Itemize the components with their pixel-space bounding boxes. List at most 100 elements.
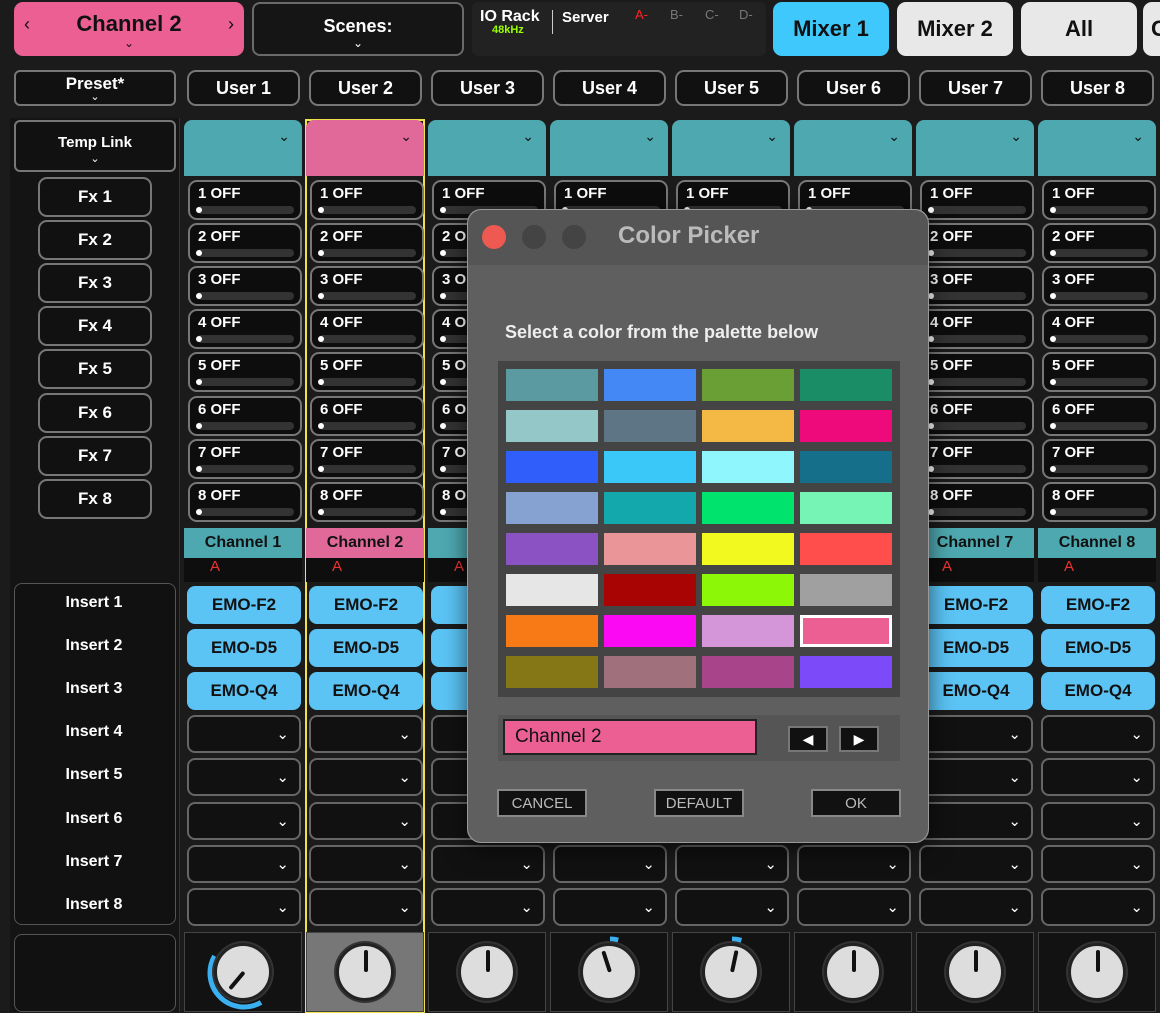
fx-send-track[interactable] xyxy=(1051,378,1148,387)
fx-send-3[interactable]: 3 OFF xyxy=(920,266,1034,307)
insert-slot-7[interactable]: ⌄ xyxy=(187,844,301,883)
fx-send-7[interactable]: 7 OFF xyxy=(310,438,424,479)
fx-button-6[interactable]: Fx 6 xyxy=(38,392,152,433)
insert-slot-5[interactable]: ⌄ xyxy=(1041,758,1155,797)
fx-send-track[interactable] xyxy=(197,421,294,430)
default-button[interactable]: DEFAULT xyxy=(654,789,744,817)
fx-send-4[interactable]: 4 OFF xyxy=(920,309,1034,350)
fx-send-7[interactable]: 7 OFF xyxy=(1042,438,1156,479)
chevron-down-icon[interactable]: ⌄ xyxy=(1010,128,1022,145)
color-swatch-15[interactable] xyxy=(702,492,794,524)
fx-button-1[interactable]: Fx 1 xyxy=(38,177,152,217)
color-swatch-31[interactable] xyxy=(702,656,794,688)
fx-send-4[interactable]: 4 OFF xyxy=(310,309,424,350)
color-swatch-23[interactable] xyxy=(702,574,794,606)
insert-slot-8[interactable]: ⌄ xyxy=(797,887,911,926)
insert-slot-4[interactable]: ⌄ xyxy=(1041,715,1155,754)
insert-slot-6[interactable]: ⌄ xyxy=(1041,801,1155,840)
color-swatch-6[interactable] xyxy=(604,410,696,442)
insert-slot-1[interactable]: EMO-F2 xyxy=(919,586,1033,624)
fx-send-track[interactable] xyxy=(197,292,294,301)
fx-send-track[interactable] xyxy=(197,206,294,214)
insert-slot-5[interactable]: ⌄ xyxy=(309,758,423,797)
color-swatch-12[interactable] xyxy=(800,451,892,483)
ok-button[interactable]: OK xyxy=(811,789,901,817)
channel-select[interactable]: ‹ Channel 2 ⌄ › xyxy=(14,2,244,56)
fx-send-2[interactable]: 2 OFF xyxy=(310,223,424,264)
insert-slot-4[interactable]: ⌄ xyxy=(187,715,301,754)
insert-slot-6[interactable]: ⌄ xyxy=(187,801,301,840)
insert-slot-4[interactable]: ⌄ xyxy=(309,715,423,754)
fx-send-track[interactable] xyxy=(319,378,416,387)
color-swatch-25[interactable] xyxy=(506,615,598,647)
insert-slot-8[interactable]: ⌄ xyxy=(309,887,423,926)
color-swatch-5[interactable] xyxy=(506,410,598,442)
scenes-select[interactable]: Scenes: ⌄ xyxy=(252,2,464,56)
fx-send-2[interactable]: 2 OFF xyxy=(920,223,1034,264)
tab-mixer-2[interactable]: Mixer 2 xyxy=(897,2,1013,56)
next-channel-icon[interactable]: › xyxy=(228,14,234,35)
fx-send-1[interactable]: 1 OFF xyxy=(920,180,1034,220)
fx-send-track[interactable] xyxy=(197,249,294,258)
chevron-down-icon[interactable]: ⌄ xyxy=(278,128,290,145)
fx-button-2[interactable]: Fx 2 xyxy=(38,220,152,261)
user-button-3[interactable]: User 3 xyxy=(431,70,544,106)
fx-send-track[interactable] xyxy=(197,507,294,516)
fx-send-5[interactable]: 5 OFF xyxy=(188,352,302,393)
color-swatch-30[interactable] xyxy=(604,656,696,688)
color-swatch-32[interactable] xyxy=(800,656,892,688)
fx-send-track[interactable] xyxy=(319,421,416,430)
fx-send-track[interactable] xyxy=(319,335,416,344)
insert-slot-6[interactable]: ⌄ xyxy=(919,801,1033,840)
color-swatch-24[interactable] xyxy=(800,574,892,606)
insert-slot-5[interactable]: ⌄ xyxy=(187,758,301,797)
chevron-down-icon[interactable]: ⌄ xyxy=(766,128,778,145)
fx-send-track[interactable] xyxy=(1051,464,1148,473)
channel-name-label[interactable]: Channel 7 xyxy=(916,528,1034,558)
fx-send-2[interactable]: 2 OFF xyxy=(188,223,302,264)
temp-link-select[interactable]: Temp Link ⌄ xyxy=(14,120,176,172)
fx-button-3[interactable]: Fx 3 xyxy=(38,263,152,304)
color-swatch-22[interactable] xyxy=(604,574,696,606)
fx-send-track[interactable] xyxy=(1051,249,1148,258)
insert-slot-1[interactable]: EMO-F2 xyxy=(187,586,301,624)
fx-send-track[interactable] xyxy=(1051,421,1148,430)
fx-send-track[interactable] xyxy=(319,507,416,516)
fx-send-5[interactable]: 5 OFF xyxy=(920,352,1034,393)
insert-slot-7[interactable]: ⌄ xyxy=(309,844,423,883)
color-swatch-18[interactable] xyxy=(604,533,696,565)
fx-send-4[interactable]: 4 OFF xyxy=(1042,309,1156,350)
color-swatch-21[interactable] xyxy=(506,574,598,606)
channel-name-label[interactable]: Channel 1 xyxy=(184,528,302,558)
insert-slot-7[interactable]: ⌄ xyxy=(553,844,667,883)
fx-send-3[interactable]: 3 OFF xyxy=(310,266,424,307)
fx-button-4[interactable]: Fx 4 xyxy=(38,306,152,347)
user-button-5[interactable]: User 5 xyxy=(675,70,788,106)
user-button-7[interactable]: User 7 xyxy=(919,70,1032,106)
color-swatch-2[interactable] xyxy=(604,369,696,401)
user-button-8[interactable]: User 8 xyxy=(1041,70,1154,106)
insert-slot-2[interactable]: EMO-D5 xyxy=(309,629,423,668)
gain-knob[interactable] xyxy=(702,943,760,1001)
color-swatch-20[interactable] xyxy=(800,533,892,565)
chevron-down-icon[interactable]: ⌄ xyxy=(400,128,412,145)
color-swatch-16[interactable] xyxy=(800,492,892,524)
fx-button-5[interactable]: Fx 5 xyxy=(38,349,152,390)
fx-send-2[interactable]: 2 OFF xyxy=(1042,223,1156,264)
insert-slot-8[interactable]: ⌄ xyxy=(919,887,1033,926)
color-swatch-10[interactable] xyxy=(604,451,696,483)
channel-color-header[interactable]: ⌄ xyxy=(916,120,1034,176)
fx-send-8[interactable]: 8 OFF xyxy=(310,481,424,522)
fx-send-track[interactable] xyxy=(929,507,1026,516)
color-swatch-29[interactable] xyxy=(506,656,598,688)
fx-send-track[interactable] xyxy=(319,206,416,214)
gain-knob[interactable] xyxy=(824,943,882,1001)
channel-color-header[interactable]: ⌄ xyxy=(428,120,546,176)
fx-send-track[interactable] xyxy=(319,292,416,301)
fx-send-3[interactable]: 3 OFF xyxy=(1042,266,1156,307)
fx-send-track[interactable] xyxy=(319,249,416,258)
fx-send-track[interactable] xyxy=(929,464,1026,473)
gain-knob[interactable] xyxy=(580,943,638,1001)
chevron-down-icon[interactable]: ⌄ xyxy=(522,128,534,145)
fx-send-track[interactable] xyxy=(1051,292,1148,301)
